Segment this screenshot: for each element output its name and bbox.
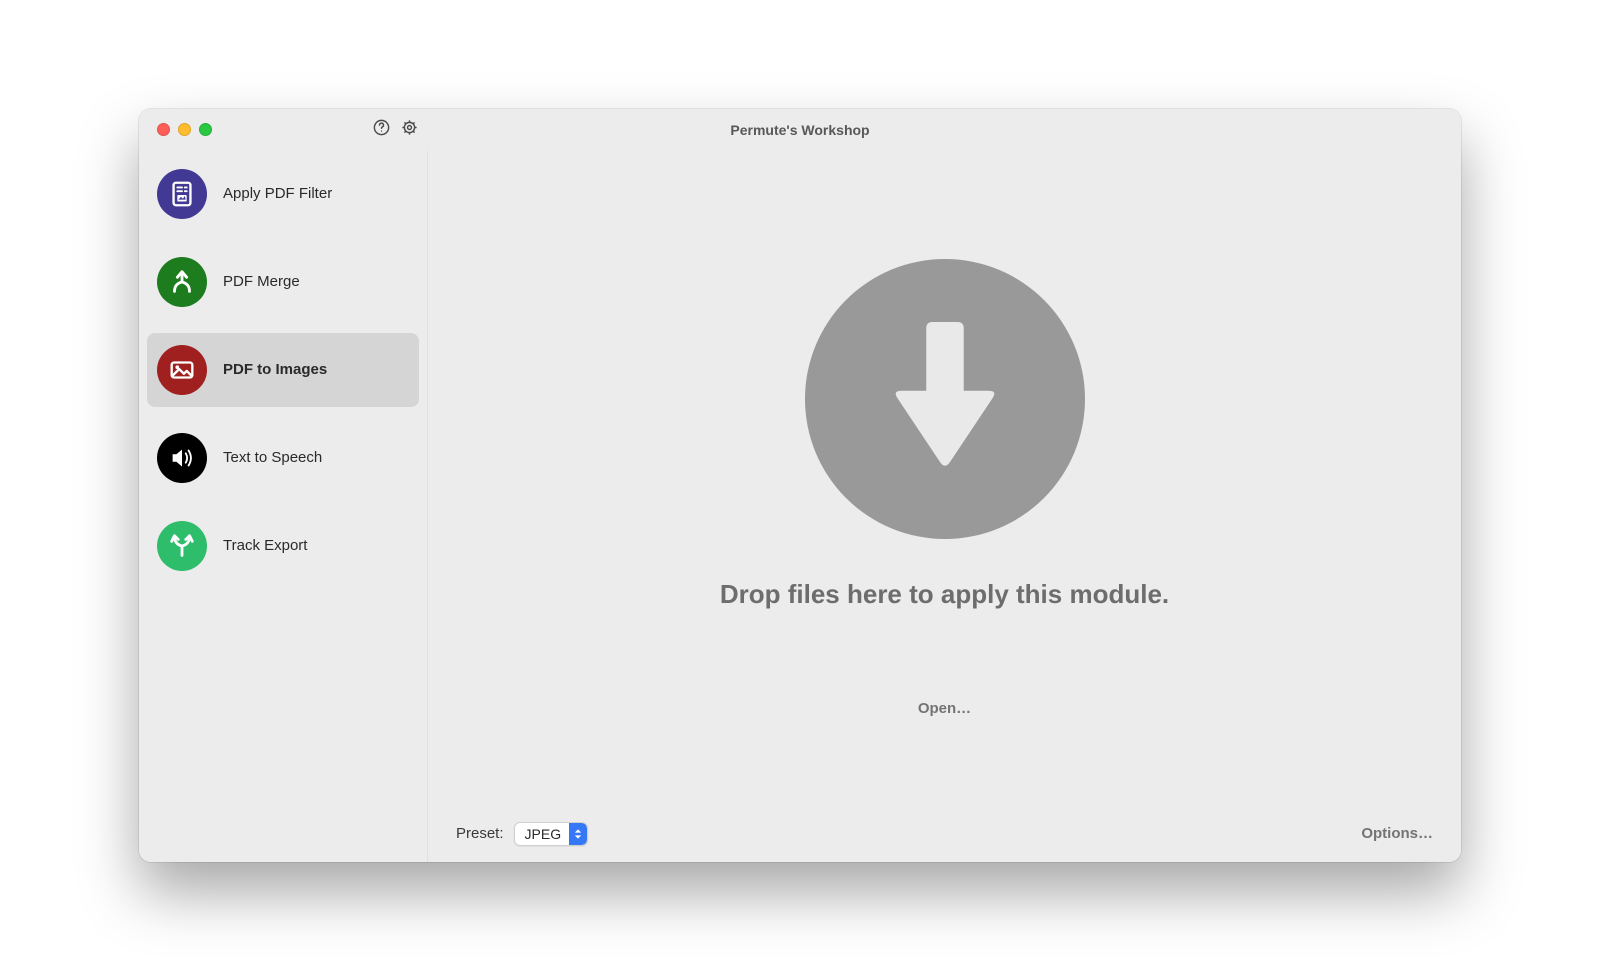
bottom-bar: Preset: JPEG Options…: [428, 806, 1461, 862]
sidebar: Apply PDF Filter PDF Merge: [139, 151, 427, 862]
image-icon: [157, 345, 207, 395]
app-window: Permute's Workshop Apply PDF Filter: [139, 109, 1461, 862]
sidebar-item-text-to-speech[interactable]: Text to Speech: [147, 421, 419, 495]
open-button[interactable]: Open…: [918, 700, 971, 717]
sidebar-item-label: PDF Merge: [223, 273, 300, 290]
titlebar: Permute's Workshop: [139, 109, 1461, 151]
preset-group: Preset: JPEG: [456, 822, 588, 846]
sidebar-item-pdf-merge[interactable]: PDF Merge: [147, 245, 419, 319]
sidebar-item-track-export[interactable]: Track Export: [147, 509, 419, 583]
sidebar-item-label: Text to Speech: [223, 449, 322, 466]
content-area: Apply PDF Filter PDF Merge: [139, 151, 1461, 862]
merge-icon: [157, 257, 207, 307]
close-window-button[interactable]: [157, 123, 170, 136]
main-panel: Drop files here to apply this module. Op…: [428, 151, 1461, 862]
window-title: Permute's Workshop: [139, 122, 1461, 138]
sidebar-item-label: Track Export: [223, 537, 307, 554]
traffic-lights: [139, 123, 212, 136]
drop-circle: [805, 259, 1085, 539]
help-icon: [372, 118, 391, 142]
preset-select-value: JPEG: [515, 826, 570, 842]
sidebar-item-label: Apply PDF Filter: [223, 185, 332, 202]
gear-icon: [400, 118, 419, 142]
sidebar-item-pdf-to-images[interactable]: PDF to Images: [147, 333, 419, 407]
options-button[interactable]: Options…: [1361, 825, 1433, 842]
preset-label: Preset:: [456, 825, 504, 842]
drop-area[interactable]: Drop files here to apply this module. Op…: [428, 151, 1461, 806]
fullscreen-window-button[interactable]: [199, 123, 212, 136]
sidebar-item-label: PDF to Images: [223, 361, 327, 378]
minimize-window-button[interactable]: [178, 123, 191, 136]
drop-instruction-text: Drop files here to apply this module.: [720, 579, 1169, 610]
download-arrow-icon: [880, 322, 1010, 477]
chevron-updown-icon: [569, 823, 587, 845]
split-icon: [157, 521, 207, 571]
pdf-filter-icon: [157, 169, 207, 219]
help-button[interactable]: [371, 120, 391, 140]
speaker-icon: [157, 433, 207, 483]
toolbar-icons: [371, 120, 419, 140]
settings-button[interactable]: [399, 120, 419, 140]
sidebar-item-apply-pdf-filter[interactable]: Apply PDF Filter: [147, 157, 419, 231]
preset-select[interactable]: JPEG: [514, 822, 589, 846]
